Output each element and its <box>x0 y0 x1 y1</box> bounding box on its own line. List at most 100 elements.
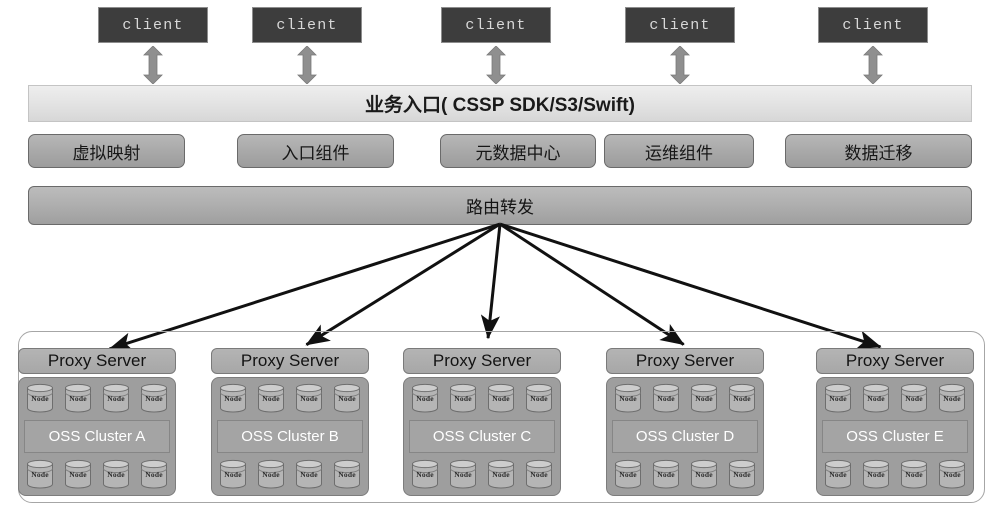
node-cylinder-icon: Node <box>331 383 363 414</box>
component-label: 入口组件 <box>281 143 350 163</box>
fanout-arrow-5 <box>499 222 882 350</box>
node-cylinder-icon: Node <box>485 383 517 414</box>
oss-cluster-label-box: OSS Cluster B <box>217 420 363 453</box>
node-label: Node <box>300 470 318 479</box>
cluster-column-1: Proxy Server Node Node Node Node OSS Cluster … <box>18 348 176 496</box>
node-label: Node <box>454 394 472 403</box>
oss-cluster-label: OSS Cluster E <box>846 428 944 445</box>
node-cylinder-icon: Node <box>62 383 94 414</box>
oss-cluster-label: OSS Cluster A <box>48 428 146 445</box>
node-cylinder-icon: Node <box>860 383 892 414</box>
node-label: Node <box>31 470 49 479</box>
node-cylinder-icon: Node <box>523 383 555 414</box>
node-cylinder-icon: Node <box>100 459 132 490</box>
node-label: Node <box>657 394 675 403</box>
cluster-column-5: Proxy Server Node Node Node Node OSS Cluster … <box>816 348 974 496</box>
oss-cluster-label-box: OSS Cluster C <box>409 420 555 453</box>
node-cylinder-icon: Node <box>523 459 555 490</box>
node-label: Node <box>492 394 510 403</box>
cluster-column-4: Proxy Server Node Node Node Node OSS Cluster … <box>606 348 764 496</box>
node-cylinder-icon: Node <box>24 383 56 414</box>
client-box-4[interactable]: client <box>625 7 735 43</box>
node-label: Node <box>619 394 637 403</box>
node-label: Node <box>657 470 675 479</box>
node-cylinder-icon: Node <box>447 383 479 414</box>
node-label: Node <box>454 470 472 479</box>
client-label: client <box>842 16 904 34</box>
node-cylinder-icon: Node <box>138 383 170 414</box>
node-cylinder-icon: Node <box>936 459 968 490</box>
oss-cluster-box-4[interactable]: Node Node Node Node OSS Cluster D Node Node Nod… <box>606 377 764 496</box>
fanout-arrow-3 <box>480 223 502 340</box>
proxy-server-label: Proxy Server <box>240 351 340 370</box>
bidirectional-arrow-1-icon <box>143 46 163 84</box>
node-cylinder-icon: Node <box>688 383 720 414</box>
node-row-bottom: Node Node Node Node <box>612 459 758 490</box>
bidirectional-arrow-2-icon <box>297 46 317 84</box>
client-box-3[interactable]: client <box>441 7 551 43</box>
node-cylinder-icon: Node <box>612 383 644 414</box>
node-cylinder-icon: Node <box>612 459 644 490</box>
component-box-2[interactable]: 入口组件 <box>237 134 394 168</box>
node-cylinder-icon: Node <box>217 383 249 414</box>
client-box-5[interactable]: client <box>818 7 928 43</box>
oss-cluster-label-box: OSS Cluster E <box>822 420 968 453</box>
node-cylinder-icon: Node <box>409 383 441 414</box>
node-label: Node <box>416 394 434 403</box>
node-cylinder-icon: Node <box>138 459 170 490</box>
proxy-server-box-4[interactable]: Proxy Server <box>606 348 764 374</box>
node-cylinder-icon: Node <box>822 459 854 490</box>
node-label: Node <box>69 470 87 479</box>
component-label: 数据迁移 <box>844 143 913 163</box>
node-label: Node <box>867 394 885 403</box>
node-label: Node <box>107 394 125 403</box>
node-cylinder-icon: Node <box>24 459 56 490</box>
client-label: client <box>465 16 527 34</box>
node-label: Node <box>695 394 713 403</box>
node-label: Node <box>224 394 242 403</box>
proxy-server-box-2[interactable]: Proxy Server <box>211 348 369 374</box>
node-cylinder-icon: Node <box>726 383 758 414</box>
business-entry-bar: 业务入口( CSSP SDK/S3/Swift) <box>28 85 972 122</box>
node-cylinder-icon: Node <box>688 459 720 490</box>
node-label: Node <box>867 470 885 479</box>
node-label: Node <box>733 470 751 479</box>
node-label: Node <box>530 470 548 479</box>
node-cylinder-icon: Node <box>898 383 930 414</box>
node-label: Node <box>943 470 961 479</box>
component-label: 运维组件 <box>645 143 713 163</box>
oss-cluster-box-2[interactable]: Node Node Node Node OSS Cluster B Node Node Nod… <box>211 377 369 496</box>
node-label: Node <box>69 394 87 403</box>
oss-cluster-box-5[interactable]: Node Node Node Node OSS Cluster E Node Node Nod… <box>816 377 974 496</box>
proxy-server-label: Proxy Server <box>47 351 147 370</box>
proxy-server-box-5[interactable]: Proxy Server <box>816 348 974 374</box>
node-row-top: Node Node Node Node <box>409 383 555 414</box>
component-box-3[interactable]: 元数据中心 <box>440 134 596 168</box>
node-label: Node <box>733 394 751 403</box>
node-label: Node <box>619 470 637 479</box>
oss-cluster-box-3[interactable]: Node Node Node Node OSS Cluster C Node Node Nod… <box>403 377 561 496</box>
node-cylinder-icon: Node <box>331 459 363 490</box>
component-box-4[interactable]: 运维组件 <box>604 134 754 168</box>
oss-cluster-box-1[interactable]: Node Node Node Node OSS Cluster A Node Node Nod… <box>18 377 176 496</box>
component-box-1[interactable]: 虚拟映射 <box>28 134 185 168</box>
proxy-server-label: Proxy Server <box>845 351 945 370</box>
proxy-server-box-1[interactable]: Proxy Server <box>18 348 176 374</box>
client-box-2[interactable]: client <box>252 7 362 43</box>
proxy-server-box-3[interactable]: Proxy Server <box>403 348 561 374</box>
node-row-top: Node Node Node Node <box>24 383 170 414</box>
node-cylinder-icon: Node <box>485 459 517 490</box>
node-label: Node <box>943 394 961 403</box>
cluster-column-2: Proxy Server Node Node Node Node OSS Cluster … <box>211 348 369 496</box>
node-cylinder-icon: Node <box>822 383 854 414</box>
routing-forward-bar: 路由转发 <box>28 186 972 225</box>
bidirectional-arrow-4-icon <box>670 46 690 84</box>
client-box-1[interactable]: client <box>98 7 208 43</box>
node-cylinder-icon: Node <box>650 459 682 490</box>
component-box-5[interactable]: 数据迁移 <box>785 134 972 168</box>
oss-cluster-label: OSS Cluster D <box>635 428 735 445</box>
node-label: Node <box>262 470 280 479</box>
node-label: Node <box>492 470 510 479</box>
node-cylinder-icon: Node <box>447 459 479 490</box>
oss-cluster-label: OSS Cluster C <box>432 428 532 445</box>
